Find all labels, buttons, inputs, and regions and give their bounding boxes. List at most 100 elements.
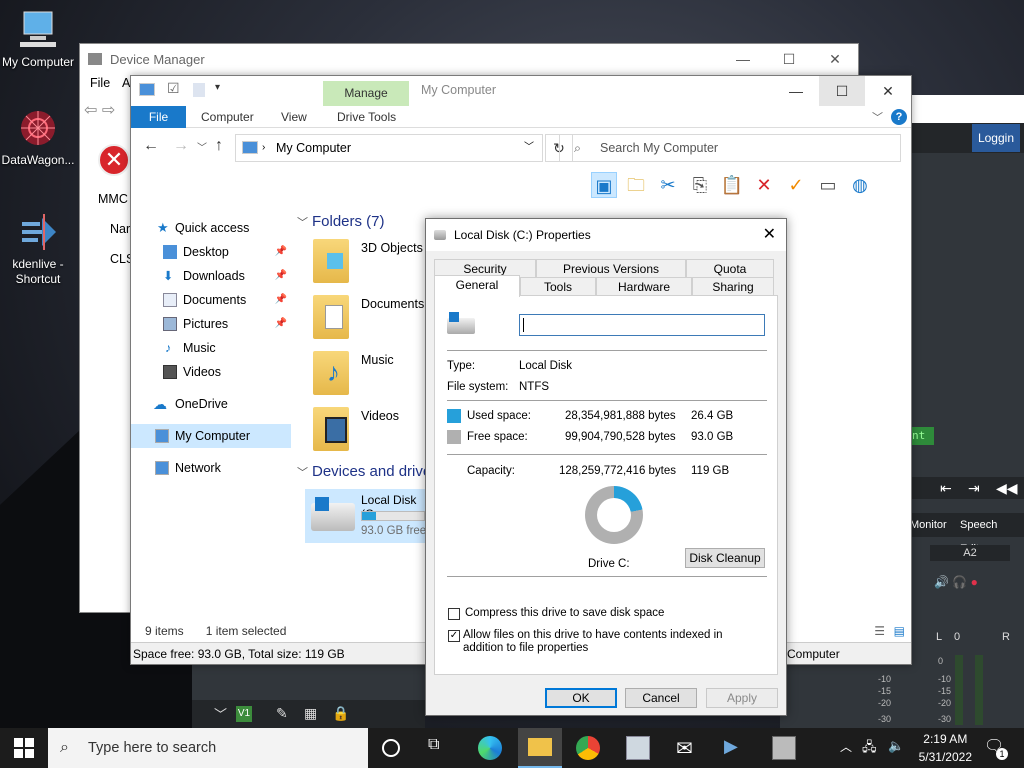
ok-button[interactable]: OK bbox=[545, 688, 617, 708]
nav-videos[interactable]: Videos bbox=[131, 360, 291, 384]
rewind-icon[interactable]: ◀◀ bbox=[996, 477, 1018, 499]
cortana-icon[interactable] bbox=[382, 739, 400, 757]
film-icon[interactable]: ▦ bbox=[304, 705, 317, 722]
tab-manage[interactable]: Manage bbox=[323, 81, 409, 106]
volume-icon[interactable]: 🔈 bbox=[888, 738, 904, 754]
tab-file[interactable]: File bbox=[131, 106, 186, 128]
nav-downloads[interactable]: ⬇ Downloads 📌 bbox=[131, 264, 291, 288]
taskbar-search-input[interactable]: ⌕ Type here to search bbox=[48, 728, 368, 768]
lock-icon[interactable]: 🔒 bbox=[332, 705, 349, 722]
tab-row-2: General Tools Hardware Sharing bbox=[434, 275, 774, 297]
headphones-icon[interactable]: 🎧 bbox=[952, 575, 967, 589]
show-hidden-icons[interactable]: ︿ bbox=[840, 738, 852, 755]
nav-network[interactable]: Network bbox=[131, 456, 291, 480]
recent-icon[interactable]: ﹀ bbox=[197, 139, 207, 154]
tab-general[interactable]: General bbox=[434, 275, 520, 297]
drive-item-c[interactable]: Local Disk (C 93.0 GB free bbox=[305, 489, 429, 543]
forward-icon[interactable]: → bbox=[173, 137, 189, 155]
logging-button[interactable]: Loggin bbox=[971, 124, 1020, 152]
address-row: ← → ﹀ ↑ › My Computer ﹀ ↻ ⌕ Search My Co… bbox=[131, 134, 911, 164]
chrome-icon[interactable] bbox=[576, 736, 600, 760]
qat-new-folder-icon[interactable] bbox=[193, 83, 205, 97]
nav-my-computer[interactable]: My Computer bbox=[131, 424, 291, 448]
compress-label: Compress this drive to save disk space bbox=[465, 607, 665, 619]
back-icon[interactable]: ← bbox=[143, 137, 159, 155]
speaker-icon[interactable]: 🔊 bbox=[934, 575, 949, 589]
minimize-button[interactable]: — bbox=[773, 76, 819, 106]
clock[interactable]: 2:19 AM 5/31/2022 bbox=[919, 730, 972, 766]
desktop-icon-kdenlive[interactable]: kdenlive - Shortcut bbox=[0, 212, 76, 287]
mark-in-icon[interactable]: ⇤ bbox=[940, 477, 952, 499]
nav-pictures[interactable]: Pictures 📌 bbox=[131, 312, 291, 336]
tab-computer[interactable]: Computer bbox=[193, 106, 262, 128]
close-button[interactable]: ✕ bbox=[763, 219, 776, 251]
close-button[interactable]: ✕ bbox=[865, 76, 911, 106]
nav-documents[interactable]: Documents 📌 bbox=[131, 288, 291, 312]
copy-icon[interactable]: ⎘ bbox=[687, 172, 713, 198]
windows-start-icon[interactable] bbox=[14, 738, 34, 758]
pin-icon[interactable]: 📌 bbox=[275, 288, 287, 312]
cancel-button[interactable]: Cancel bbox=[625, 688, 697, 708]
kdenlive-icon[interactable]: ▶ bbox=[724, 736, 748, 760]
collapse-icon[interactable]: ﹀ bbox=[214, 704, 227, 723]
cut-icon[interactable]: ✂ bbox=[655, 172, 681, 198]
apply-button[interactable]: Apply bbox=[706, 688, 778, 708]
task-view-icon[interactable]: ⧉ bbox=[428, 736, 452, 760]
tab-drive-tools[interactable]: Drive Tools bbox=[329, 106, 404, 128]
delete-icon[interactable]: ✕ bbox=[751, 172, 777, 198]
compress-checkbox[interactable] bbox=[448, 608, 460, 620]
menu-file[interactable]: File bbox=[90, 76, 110, 90]
pin-icon[interactable]: 📌 bbox=[275, 264, 287, 288]
minimize-button[interactable]: — bbox=[720, 44, 766, 74]
nav-quick-access[interactable]: ★ Quick access bbox=[131, 216, 291, 240]
rename-icon[interactable]: ▭ bbox=[815, 172, 841, 198]
used-space-label: Used space: bbox=[467, 410, 531, 422]
edit-icon[interactable]: ✎ bbox=[276, 705, 288, 722]
up-icon[interactable]: ↑ bbox=[215, 137, 223, 155]
nav-desktop[interactable]: Desktop 📌 bbox=[131, 240, 291, 264]
index-checkbox[interactable]: ✓ bbox=[448, 630, 460, 642]
tab-hardware[interactable]: Hardware bbox=[596, 277, 692, 295]
edge-icon[interactable] bbox=[478, 736, 502, 760]
tab-view[interactable]: View bbox=[273, 106, 315, 128]
checkmark-icon[interactable]: ✓ bbox=[783, 172, 809, 198]
tab-tools[interactable]: Tools bbox=[520, 277, 596, 295]
volume-name-input[interactable] bbox=[519, 314, 765, 336]
maximize-button[interactable]: ☐ bbox=[766, 44, 812, 74]
shell-icon[interactable]: ◍ bbox=[847, 172, 873, 198]
search-input[interactable]: ⌕ Search My Computer bbox=[559, 134, 901, 162]
mark-out-icon[interactable]: ⇥ bbox=[968, 477, 980, 499]
disk-cleanup-button[interactable]: Disk Cleanup bbox=[685, 548, 765, 568]
vu-meter bbox=[955, 655, 963, 725]
tab-previous-versions[interactable]: Previous Versions bbox=[536, 259, 686, 277]
nav-music[interactable]: ♪ Music bbox=[131, 336, 291, 360]
tab-quota[interactable]: Quota bbox=[686, 259, 774, 277]
maximize-button[interactable]: ☐ bbox=[819, 76, 865, 106]
open-folder-icon[interactable]: 🗀 bbox=[623, 172, 649, 198]
large-icons-view-icon[interactable]: ▤ bbox=[894, 624, 905, 638]
address-bar[interactable]: › My Computer ﹀ bbox=[235, 134, 543, 162]
close-button[interactable]: ✕ bbox=[812, 44, 858, 74]
tab-monitor[interactable]: Monitor bbox=[910, 513, 947, 537]
record-icon[interactable]: ● bbox=[971, 575, 978, 589]
file-explorer-taskbar-button[interactable] bbox=[518, 728, 562, 768]
desktop-icon-datawagon[interactable]: DataWagon... bbox=[0, 108, 76, 167]
help-icon[interactable]: ? bbox=[891, 109, 907, 125]
chevron-down-icon[interactable]: ﹀ bbox=[524, 135, 534, 161]
qat-properties-icon[interactable]: ☑ bbox=[167, 80, 180, 97]
pin-icon[interactable]: 📌 bbox=[275, 240, 287, 264]
computer-management-icon[interactable] bbox=[772, 736, 796, 760]
network-icon[interactable]: 🖧 bbox=[862, 738, 877, 760]
task-manager-icon[interactable] bbox=[626, 736, 650, 760]
preview-pane-icon[interactable]: ▣ bbox=[591, 172, 617, 198]
paste-icon[interactable]: 📋 bbox=[719, 172, 745, 198]
ribbon-expand-icon[interactable]: ﹀ bbox=[872, 109, 883, 125]
tab-sharing[interactable]: Sharing bbox=[692, 277, 774, 295]
details-view-icon[interactable]: ☰ bbox=[874, 624, 885, 638]
pin-icon[interactable]: 📌 bbox=[275, 312, 287, 336]
nav-onedrive[interactable]: ☁ OneDrive bbox=[131, 392, 291, 416]
qat-dropdown-icon[interactable]: ▾ bbox=[215, 82, 220, 93]
desktop-icon-my-computer[interactable]: My Computer bbox=[0, 10, 76, 69]
mail-icon[interactable]: ✉ bbox=[676, 736, 700, 760]
back-forward-icons[interactable]: ⇦ ⇨ bbox=[84, 100, 130, 120]
